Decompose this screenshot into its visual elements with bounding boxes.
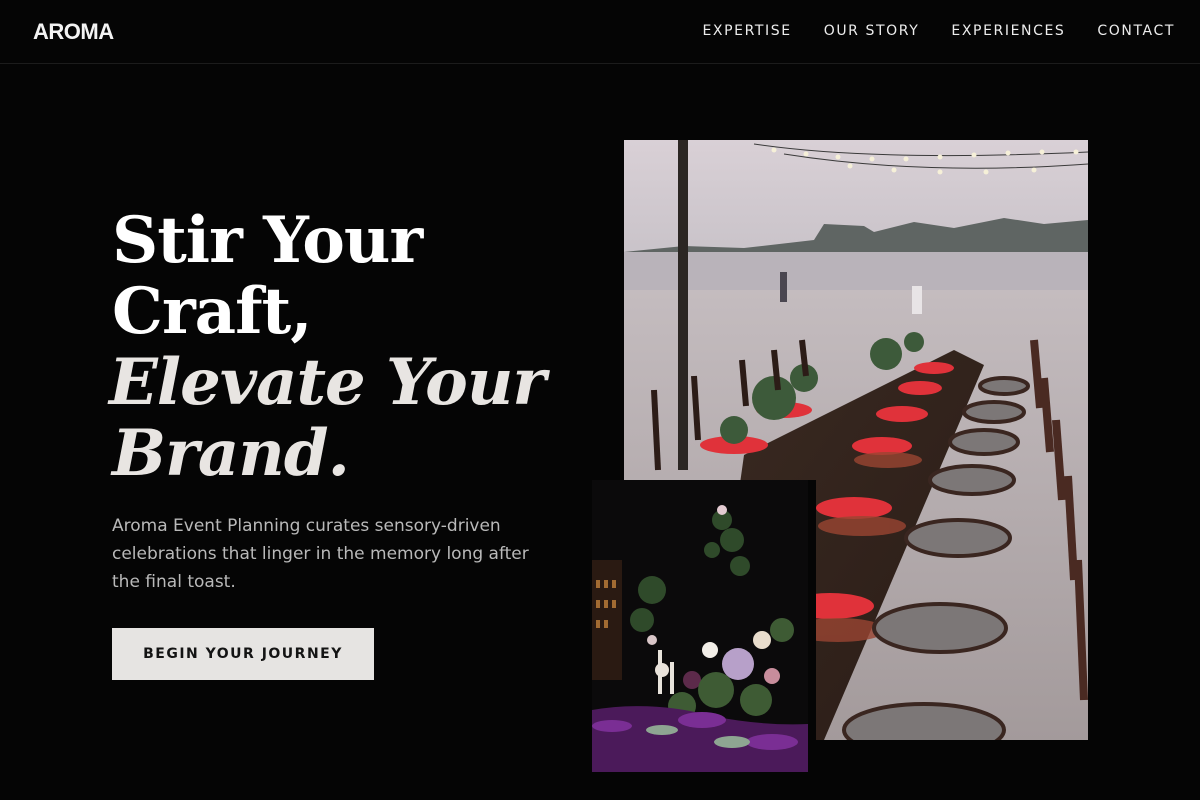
begin-journey-button[interactable]: BEGIN YOUR JOURNEY (112, 628, 374, 680)
nav-link-contact[interactable]: CONTACT (1097, 23, 1175, 39)
hero-description: Aroma Event Planning curates sensory-dri… (112, 516, 529, 592)
headline-line-1: Stir Your (112, 203, 423, 278)
headline-line-3: Elevate Your (109, 345, 546, 420)
hero-headline: Stir Your Craft, Elevate Your Brand. (109, 203, 546, 491)
nav-link-our-story[interactable]: OUR STORY (824, 23, 920, 39)
brand-logo[interactable]: AROMA (33, 19, 114, 45)
nav-link-experiences[interactable]: EXPERIENCES (951, 23, 1065, 39)
headline-line-4: Brand. (112, 416, 350, 491)
headline-line-2: Craft, (112, 274, 313, 349)
nav-link-expertise[interactable]: EXPERTISE (702, 23, 791, 39)
floral-centerpiece-photo (592, 480, 816, 772)
site-header: AROMA EXPERTISE OUR STORY EXPERIENCES CO… (0, 0, 1200, 64)
main-nav: EXPERTISE OUR STORY EXPERIENCES CONTACT (702, 23, 1175, 39)
